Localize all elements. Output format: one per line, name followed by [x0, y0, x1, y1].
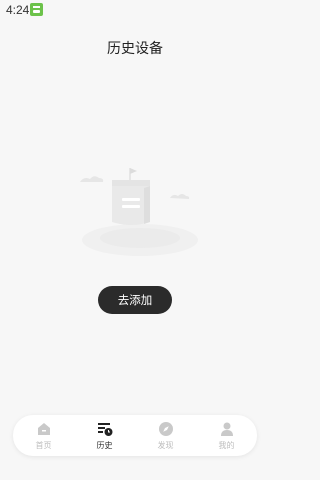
tab-profile-label: 我的 [218, 441, 235, 450]
add-device-button[interactable]: 去添加 [98, 286, 172, 314]
history-devices-screen: 4:24 历史设备 去添加 首页 历史 发现 我的 [0, 0, 270, 480]
empty-box-illustration [80, 168, 198, 256]
user-icon [220, 422, 233, 436]
compass-icon [158, 422, 173, 436]
tab-history[interactable]: 历史 [74, 415, 135, 456]
tab-profile[interactable]: 我的 [196, 415, 257, 456]
tab-home[interactable]: 首页 [13, 415, 74, 456]
history-icon [97, 423, 112, 436]
tab-discover[interactable]: 发现 [135, 415, 196, 456]
tab-home-label: 首页 [35, 441, 52, 450]
app-notification-icon [30, 3, 43, 16]
home-icon [37, 423, 50, 435]
status-time: 4:24 [6, 3, 30, 17]
tab-history-label: 历史 [96, 441, 113, 450]
status-bar: 4:24 [0, 0, 270, 20]
bottom-tab-bar: 首页 历史 发现 我的 [13, 415, 257, 456]
page-title: 历史设备 [107, 41, 163, 57]
tab-discover-label: 发现 [157, 441, 174, 450]
